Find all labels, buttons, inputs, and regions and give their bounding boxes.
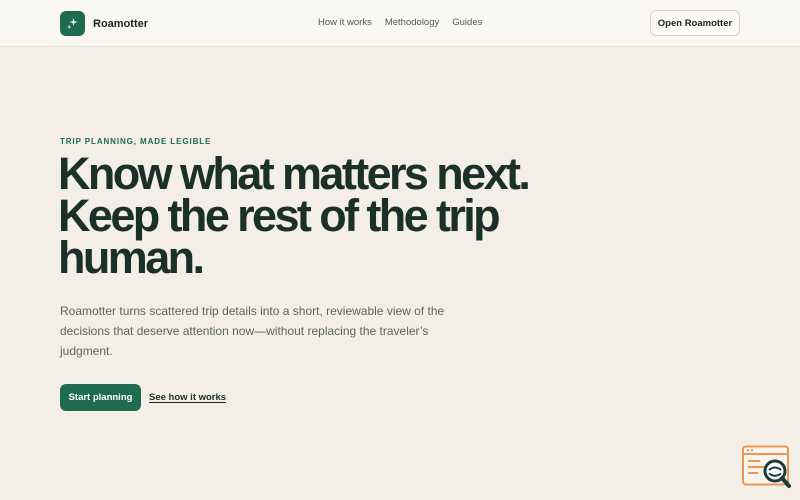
nav-methodology[interactable]: Methodology <box>385 17 439 28</box>
nav-how-it-works[interactable]: How it works <box>318 17 372 28</box>
main-nav: How it works Methodology Guides <box>318 17 482 28</box>
headline-line-2: Keep the rest of the trip <box>58 190 501 241</box>
top-navigation-bar: Roamotter How it works Methodology Guide… <box>0 0 800 47</box>
brand-link[interactable]: Roamotter <box>60 11 148 36</box>
headline-line-3: human. <box>58 232 205 283</box>
hero-eyebrow: TRIP PLANNING, MADE LEGIBLE <box>60 137 212 146</box>
brand-name: Roamotter <box>93 17 149 30</box>
search-feedback-icon[interactable] <box>742 445 792 490</box>
open-roamotter-button[interactable]: Open Roamotter <box>650 10 740 36</box>
headline-line-1: Know what matters next. <box>58 148 531 199</box>
hero-headline: Know what matters next. Keep the rest of… <box>58 148 618 283</box>
nav-guides[interactable]: Guides <box>452 17 482 28</box>
start-planning-button[interactable]: Start planning <box>60 384 141 411</box>
hero-description: Roamotter turns scattered trip details i… <box>60 304 445 358</box>
see-how-it-works-link[interactable]: See how it works <box>149 392 226 403</box>
sparkle-icon <box>60 11 85 36</box>
